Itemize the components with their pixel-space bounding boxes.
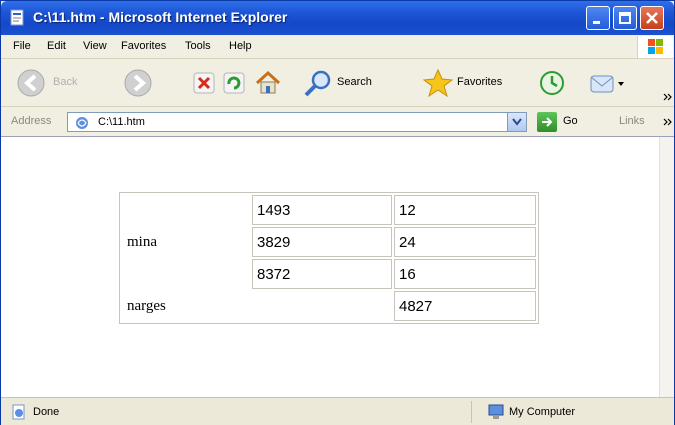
back-button-label[interactable]: Back (53, 76, 77, 88)
go-label[interactable]: Go (563, 115, 578, 127)
my-computer-icon (488, 404, 504, 419)
forward-arrow-icon[interactable] (121, 67, 155, 99)
address-bar: Address C:\11.htm Go Links (1, 107, 674, 137)
links-label[interactable]: Links (619, 115, 645, 127)
back-arrow-icon[interactable] (15, 67, 49, 99)
name-cell-mina: mina (127, 233, 157, 250)
name-cell-narges: narges (127, 297, 166, 314)
table-cell: 8372 (252, 259, 392, 289)
close-button[interactable] (640, 6, 664, 30)
table-row: mina 1493 12 (122, 195, 536, 250)
menu-favorites[interactable]: Favorites (121, 40, 166, 52)
chevron-down-icon (512, 118, 522, 126)
windows-flag-icon (648, 39, 663, 54)
menu-edit[interactable]: Edit (47, 40, 66, 52)
menu-tools[interactable]: Tools (185, 40, 211, 52)
status-divider (471, 401, 472, 423)
menu-help-label: Help (229, 40, 252, 52)
favorites-star-icon[interactable] (421, 67, 455, 99)
table-cell: 24 (394, 227, 536, 257)
ie-page-icon (10, 9, 24, 26)
table-cell: 12 (394, 195, 536, 225)
menu-tools-label: Tools (185, 40, 211, 52)
maximize-icon (619, 12, 631, 24)
refresh-icon[interactable] (221, 67, 247, 99)
page-icon (76, 117, 88, 129)
minimize-icon (593, 21, 600, 24)
window-title: C:\11.htm - Microsoft Internet Explorer (33, 9, 288, 25)
table-row: narges 4827 (122, 291, 536, 321)
table-cell: 1493 (252, 195, 392, 225)
history-icon[interactable] (537, 67, 567, 99)
menu-file-label: File (13, 40, 31, 52)
standard-toolbar: Back Search Favorites (1, 59, 674, 107)
table-cell: 3829 (252, 227, 392, 257)
data-table: mina 1493 12 3829 24 8372 16 narges 4827 (119, 192, 539, 324)
status-text: Done (33, 406, 60, 418)
address-input[interactable]: C:\11.htm (67, 112, 527, 132)
mail-icon[interactable] (587, 67, 627, 99)
menu-view[interactable]: View (83, 40, 107, 52)
page-content: mina 1493 12 3829 24 8372 16 narges 4827 (1, 137, 659, 397)
menu-view-label: View (83, 40, 107, 52)
menu-file[interactable]: File (13, 40, 31, 52)
address-value: C:\11.htm (98, 116, 145, 128)
browser-window: C:\11.htm - Microsoft Internet Explorer … (0, 0, 675, 425)
menu-bar: File Edit View Favorites Tools Help (1, 35, 674, 59)
home-icon[interactable] (253, 67, 283, 99)
chevron-more-icon[interactable] (663, 117, 673, 127)
vertical-scrollbar[interactable] (659, 137, 674, 397)
security-zone-label: My Computer (509, 406, 576, 418)
favorites-button-label[interactable]: Favorites (457, 76, 502, 88)
table-cell: 4827 (394, 291, 536, 321)
title-bar[interactable]: C:\11.htm - Microsoft Internet Explorer (1, 1, 674, 35)
windows-logo (637, 36, 673, 58)
menu-help[interactable]: Help (229, 40, 252, 52)
close-icon (646, 12, 658, 24)
search-button-label[interactable]: Search (337, 76, 372, 88)
address-dropdown-button[interactable] (507, 112, 527, 132)
menu-edit-label: Edit (47, 40, 66, 52)
address-label: Address (11, 115, 52, 127)
search-icon[interactable] (301, 67, 335, 99)
table-cell: 16 (394, 259, 536, 289)
minimize-button[interactable] (586, 6, 610, 30)
maximize-button[interactable] (613, 6, 637, 30)
menu-favorites-label: Favorites (121, 40, 167, 52)
go-button[interactable] (537, 112, 557, 132)
status-bar: Done My Computer (1, 397, 674, 425)
go-arrow-icon (542, 117, 553, 127)
page-done-icon (12, 404, 25, 420)
stop-icon[interactable] (191, 67, 217, 99)
